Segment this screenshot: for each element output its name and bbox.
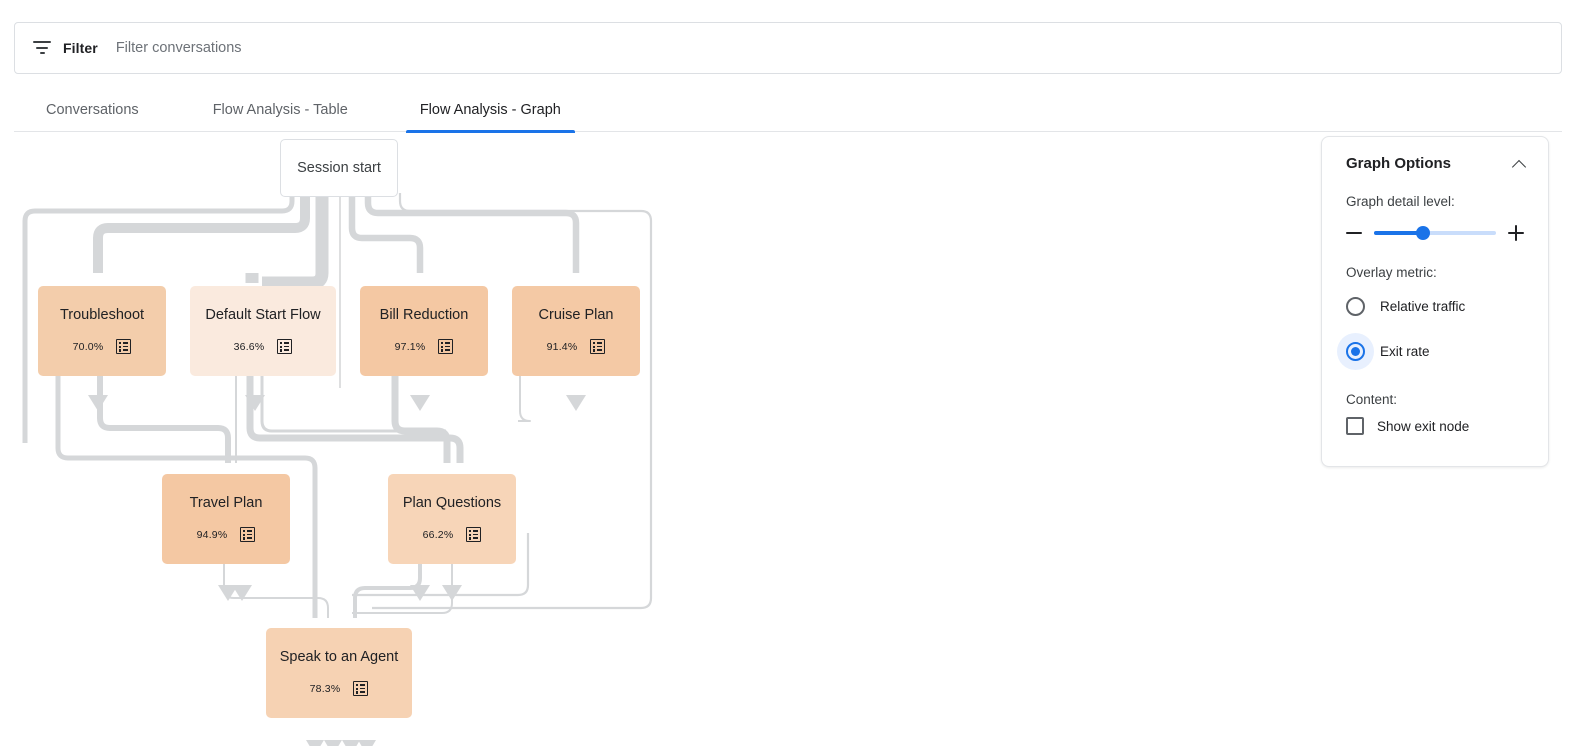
node-label: Session start bbox=[297, 160, 381, 176]
graph-options-panel: Graph Options Graph detail level: Overla… bbox=[1321, 136, 1549, 467]
node-metric: 91.4% bbox=[547, 341, 578, 353]
node-default-start-flow[interactable]: Default Start Flow 36.6% bbox=[190, 286, 336, 376]
node-metric: 70.0% bbox=[73, 341, 104, 353]
node-label: Travel Plan bbox=[190, 496, 263, 511]
list-icon[interactable] bbox=[116, 339, 131, 354]
list-icon[interactable] bbox=[240, 527, 255, 542]
node-plan-questions[interactable]: Plan Questions 66.2% bbox=[388, 474, 516, 564]
plus-icon[interactable] bbox=[1506, 223, 1526, 243]
panel-title: Graph Options bbox=[1346, 155, 1451, 172]
filter-icon bbox=[33, 41, 51, 55]
node-label: Cruise Plan bbox=[539, 308, 614, 323]
node-metric: 66.2% bbox=[423, 529, 454, 541]
node-metric: 78.3% bbox=[310, 683, 341, 695]
tab-label: Flow Analysis - Graph bbox=[420, 102, 561, 118]
checkbox-label: Show exit node bbox=[1377, 419, 1469, 434]
node-label: Plan Questions bbox=[403, 496, 501, 511]
radio-label: Relative traffic bbox=[1380, 299, 1465, 314]
list-icon[interactable] bbox=[353, 681, 368, 696]
node-metric: 94.9% bbox=[197, 529, 228, 541]
radio-label: Exit rate bbox=[1380, 344, 1430, 359]
node-speak-to-an-agent[interactable]: Speak to an Agent 78.3% bbox=[266, 628, 412, 718]
node-session-start[interactable]: Session start bbox=[280, 139, 398, 197]
detail-level-slider-row bbox=[1322, 223, 1548, 243]
radio-icon bbox=[1346, 297, 1365, 316]
radio-relative-traffic[interactable]: Relative traffic bbox=[1322, 288, 1548, 325]
search-input[interactable] bbox=[114, 39, 754, 57]
tab-label: Conversations bbox=[46, 102, 139, 118]
flow-analysis-graph-page: Filter Conversations Flow Analysis - Tab… bbox=[0, 0, 1589, 746]
minus-icon[interactable] bbox=[1344, 223, 1364, 243]
node-cruise-plan[interactable]: Cruise Plan 91.4% bbox=[512, 286, 640, 376]
panel-header: Graph Options bbox=[1322, 137, 1548, 172]
list-icon[interactable] bbox=[466, 527, 481, 542]
graph-canvas[interactable]: Session start Troubleshoot 70.0% Default… bbox=[0, 133, 1310, 746]
filter-label: Filter bbox=[63, 40, 98, 56]
graph-edges bbox=[0, 133, 1310, 746]
node-label: Default Start Flow bbox=[205, 308, 320, 323]
tab-bar: Conversations Flow Analysis - Table Flow… bbox=[14, 88, 1562, 132]
checkbox-icon bbox=[1346, 417, 1364, 435]
node-metric: 36.6% bbox=[234, 341, 265, 353]
checkbox-show-exit-node[interactable]: Show exit node bbox=[1322, 417, 1548, 435]
detail-level-slider[interactable] bbox=[1374, 231, 1496, 235]
radio-icon-selected bbox=[1346, 342, 1365, 361]
node-label: Troubleshoot bbox=[60, 308, 144, 323]
list-icon[interactable] bbox=[590, 339, 605, 354]
overlay-metric-label: Overlay metric: bbox=[1322, 265, 1548, 280]
filter-bar: Filter bbox=[14, 22, 1562, 74]
node-label: Speak to an Agent bbox=[280, 650, 399, 665]
list-icon[interactable] bbox=[438, 339, 453, 354]
node-travel-plan[interactable]: Travel Plan 94.9% bbox=[162, 474, 290, 564]
content-label: Content: bbox=[1322, 392, 1548, 407]
tab-label: Flow Analysis - Table bbox=[213, 102, 348, 118]
tab-conversations[interactable]: Conversations bbox=[32, 88, 153, 132]
node-bill-reduction[interactable]: Bill Reduction 97.1% bbox=[360, 286, 488, 376]
tab-flow-analysis-table[interactable]: Flow Analysis - Table bbox=[199, 88, 362, 132]
node-label: Bill Reduction bbox=[380, 308, 469, 323]
node-troubleshoot[interactable]: Troubleshoot 70.0% bbox=[38, 286, 166, 376]
list-icon[interactable] bbox=[277, 339, 292, 354]
radio-exit-rate[interactable]: Exit rate bbox=[1322, 333, 1548, 370]
tab-flow-analysis-graph[interactable]: Flow Analysis - Graph bbox=[406, 88, 575, 132]
chevron-up-icon[interactable] bbox=[1512, 156, 1528, 172]
node-metric: 97.1% bbox=[395, 341, 426, 353]
detail-level-label: Graph detail level: bbox=[1322, 194, 1548, 209]
